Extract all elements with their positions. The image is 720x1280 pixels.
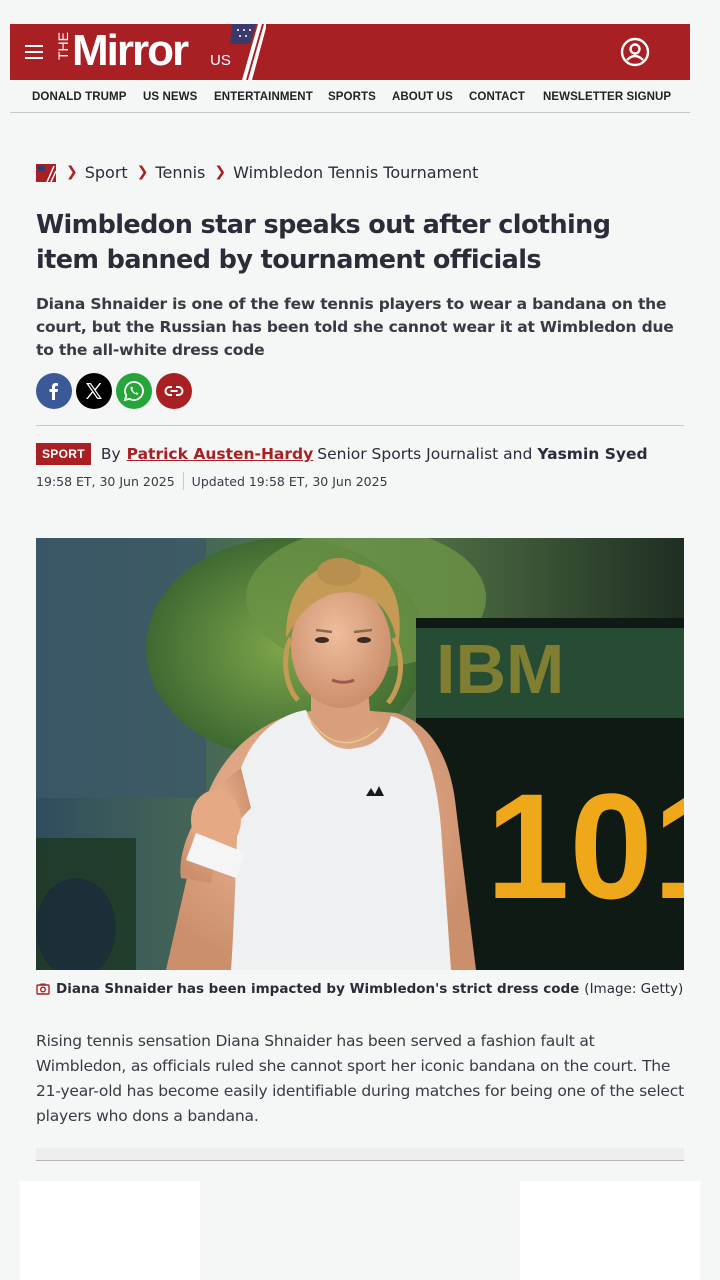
second-author[interactable]: Yasmin Syed — [537, 445, 647, 463]
nav-sports[interactable]: SPORTS — [328, 91, 376, 103]
byline: SPORT By Patrick Austen-Hardy Senior Spo… — [36, 442, 648, 466]
chevron-right-icon: ❯ — [66, 164, 78, 180]
x-share-button[interactable] — [76, 373, 112, 409]
article-headline: Wimbledon star speaks out after clothing… — [36, 210, 611, 275]
user-account-icon[interactable] — [620, 37, 650, 67]
bottom-divider — [36, 1160, 684, 1161]
share-bar — [36, 373, 192, 409]
link-icon — [164, 386, 184, 396]
section-badge[interactable]: SPORT — [36, 443, 91, 465]
facebook-share-button[interactable] — [36, 373, 72, 409]
bottom-band — [36, 1148, 684, 1160]
author-link[interactable]: Patrick Austen-Hardy — [127, 445, 314, 463]
chevron-right-icon: ❯ — [136, 164, 149, 180]
breadcrumb-wimbledon[interactable]: Wimbledon Tennis Tournament — [233, 163, 478, 182]
article-photo[interactable]: IBM 101 — [36, 538, 684, 970]
breadcrumb-sport[interactable]: Sport — [85, 163, 128, 182]
mirror-home-icon[interactable] — [36, 162, 56, 182]
ad-slot-right[interactable] — [520, 1181, 700, 1280]
article-body-paragraph: Rising tennis sensation Diana Shnaider h… — [36, 1032, 684, 1125]
article-standfirst: Diana Shnaider is one of the few tennis … — [36, 295, 674, 359]
site-header: THE Mirror US — [10, 24, 690, 80]
caption-credit: (Image: Getty) — [584, 981, 684, 997]
nav-donald-trump[interactable]: DONALD TRUMP — [32, 91, 126, 103]
site-logo[interactable]: THE Mirror US — [55, 24, 276, 80]
author-role: Senior Sports Journalist and — [317, 445, 533, 463]
nav-us-news[interactable]: US NEWS — [143, 91, 197, 103]
nav-newsletter-signup[interactable]: NEWSLETTER SIGNUP — [543, 91, 671, 103]
logo-us: US — [210, 52, 231, 69]
updated-date: Updated 19:58 ET, 30 Jun 2025 — [191, 473, 388, 489]
scoreboard-number: 101 — [486, 762, 684, 930]
caption-text: Diana Shnaider has been impacted by Wimb… — [56, 981, 580, 997]
nav-contact[interactable]: CONTACT — [469, 91, 525, 103]
published-date: 19:58 ET, 30 Jun 2025 — [36, 473, 175, 489]
article-dates: 19:58 ET, 30 Jun 2025 Updated 19:58 ET, … — [36, 472, 388, 490]
whatsapp-share-button[interactable] — [116, 373, 152, 409]
photo-caption: Diana Shnaider has been impacted by Wimb… — [36, 980, 683, 998]
nav-about-us[interactable]: ABOUT US — [392, 91, 453, 103]
copy-link-button[interactable] — [156, 373, 192, 409]
camera-icon — [36, 983, 50, 995]
chevron-right-icon: ❯ — [214, 164, 227, 180]
top-nav: DONALD TRUMP US NEWS ENTERTAINMENT SPORT… — [10, 84, 690, 113]
ad-slot-left[interactable] — [20, 1181, 200, 1280]
breadcrumb: ❯ Sport ❯ Tennis ❯ Wimbledon Tennis Tour… — [36, 161, 478, 183]
facebook-icon — [49, 383, 58, 400]
nav-entertainment[interactable]: ENTERTAINMENT — [214, 91, 313, 103]
byline-prefix: By — [100, 445, 121, 463]
svg-text:IBM: IBM — [436, 630, 564, 708]
divider — [36, 425, 684, 426]
flag-stripes-icon — [230, 24, 266, 80]
date-separator — [182, 472, 184, 490]
whatsapp-icon — [123, 381, 144, 402]
tennis-player-image: IBM 101 — [36, 538, 684, 970]
x-icon — [86, 383, 102, 399]
logo-mirror: Mirror — [72, 26, 189, 75]
breadcrumb-tennis[interactable]: Tennis — [155, 163, 205, 182]
logo-the: THE — [55, 32, 71, 60]
hamburger-icon[interactable] — [25, 45, 43, 59]
